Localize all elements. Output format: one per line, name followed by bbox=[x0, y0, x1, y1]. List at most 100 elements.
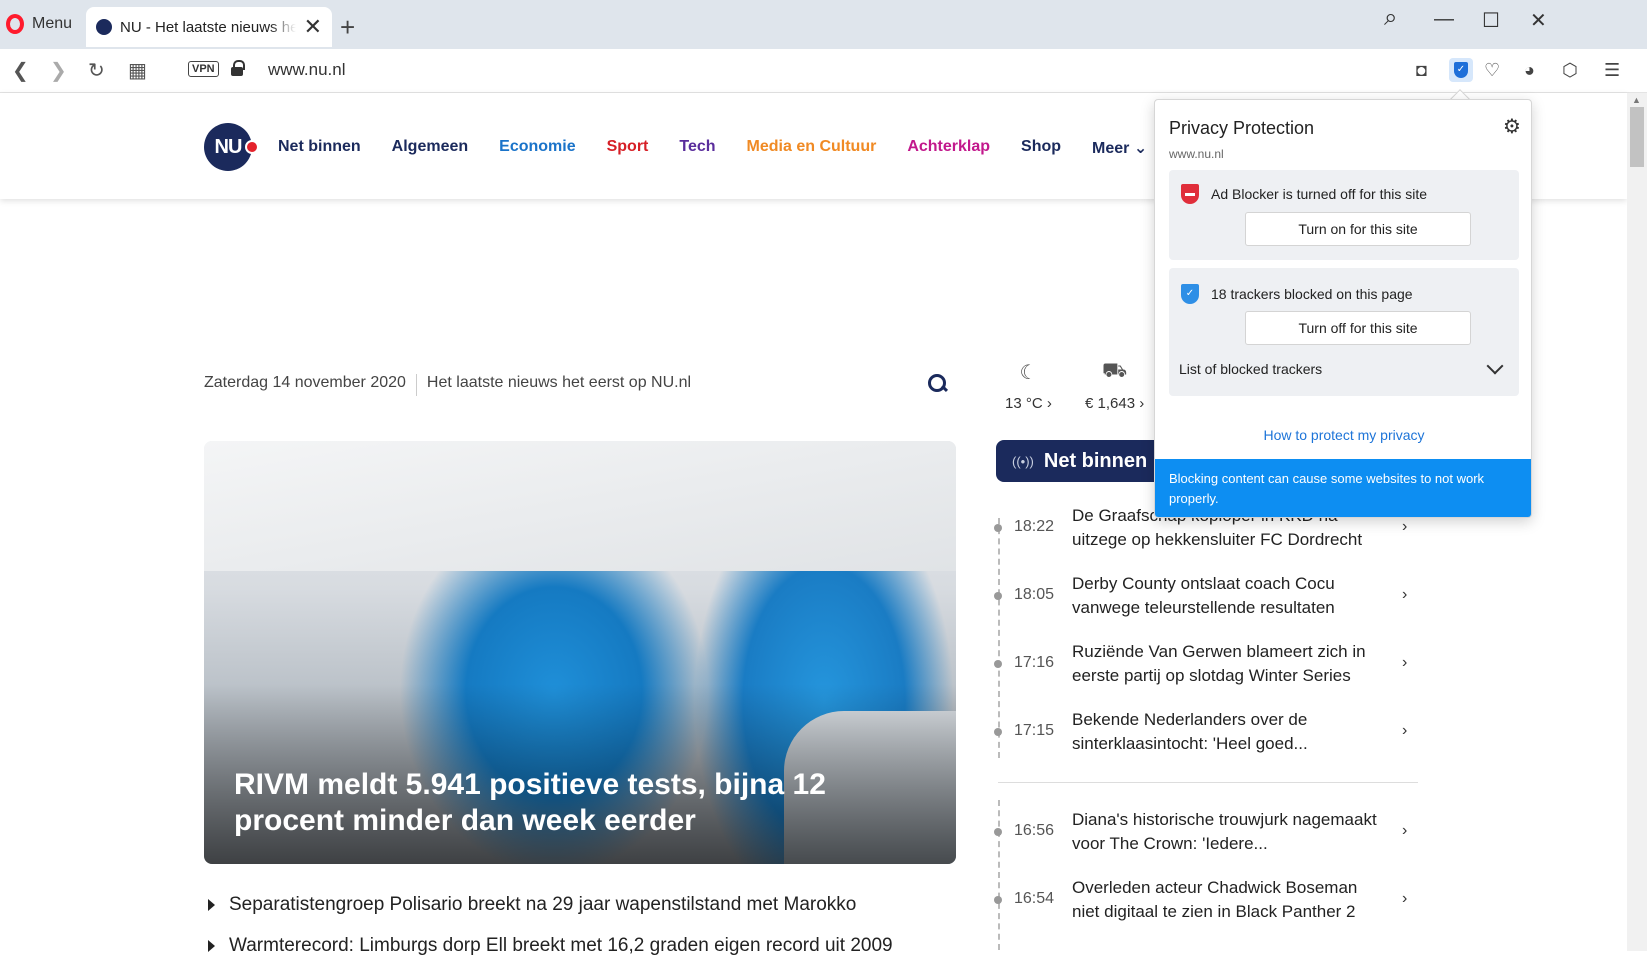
item-time: 17:16 bbox=[1014, 654, 1055, 671]
scroll-up-icon[interactable]: ▲ bbox=[1632, 95, 1641, 105]
item-title[interactable]: Overleden acteur Chadwick Boseman niet d… bbox=[1072, 876, 1382, 924]
address-bar: ❮ ❯ ↻ ▦ VPN www.nu.nl ◘ ✓ ♡ ◕ ⬡ ☰ bbox=[0, 49, 1647, 93]
chevron-right-icon[interactable]: › bbox=[1402, 518, 1407, 536]
headline-item[interactable]: Warmterecord: Limburgs dorp Ell breekt m… bbox=[208, 925, 893, 966]
menu-label: Menu bbox=[32, 15, 73, 32]
tab-title: NU - Het laatste nieuws het eerst op NU.… bbox=[120, 18, 296, 36]
nav-link-shop[interactable]: Shop bbox=[1021, 138, 1061, 158]
search-tabs-icon[interactable]: ⌕ bbox=[1384, 4, 1397, 32]
chevron-right-icon[interactable]: › bbox=[1402, 890, 1407, 908]
headline-item[interactable]: Separatistengroep Polisario breekt na 29… bbox=[208, 884, 893, 925]
item-time: 18:22 bbox=[1014, 518, 1055, 535]
item-title[interactable]: Bekende Nederlanders over de sinterklaas… bbox=[1072, 708, 1382, 756]
chevron-right-icon[interactable]: › bbox=[1402, 722, 1407, 740]
nav-link-economie[interactable]: Economie bbox=[499, 138, 575, 158]
traffic-icon: ⛟ bbox=[1102, 360, 1128, 382]
item-time: 17:15 bbox=[1014, 722, 1055, 739]
easy-setup-icon[interactable]: ☰ bbox=[1604, 60, 1620, 81]
popup-title: Privacy Protection bbox=[1169, 118, 1315, 138]
trackers-status-row: ✓ 18 trackers blocked on this page bbox=[1181, 284, 1413, 304]
net-binnen-title: Net binnen bbox=[1043, 449, 1148, 472]
timeline-dot bbox=[994, 660, 1002, 668]
ad-blocker-shield-icon bbox=[1181, 184, 1199, 204]
trackers-card: ✓ 18 trackers blocked on this page Turn … bbox=[1169, 268, 1519, 396]
headline-text[interactable]: Separatistengroep Polisario breekt na 29… bbox=[229, 894, 856, 916]
nav-link-net-binnen[interactable]: Net binnen bbox=[278, 138, 361, 158]
scroll-thumb[interactable] bbox=[1630, 107, 1644, 167]
traffic-widget[interactable]: ⛟ € 1,643 › bbox=[1085, 360, 1144, 412]
chevron-right-icon[interactable]: › bbox=[1402, 654, 1407, 672]
nav-links: Net binnen Algemeen Economie Sport Tech Media… bbox=[278, 138, 1147, 158]
page-scrollbar[interactable]: ▲ bbox=[1627, 93, 1647, 951]
settings-gear-icon[interactable]: ⚙ bbox=[1503, 114, 1521, 139]
shield-check-icon: ✓ bbox=[1454, 62, 1468, 78]
tab-bar: Menu NU - Het laatste nieuws het eerst o… bbox=[0, 0, 1647, 49]
timeline-divider bbox=[998, 782, 1418, 783]
hero-article[interactable]: RIVM meldt 5.941 positieve tests, bijna … bbox=[204, 441, 956, 864]
timeline-line bbox=[998, 518, 1000, 758]
tab-close-icon[interactable]: ✕ bbox=[304, 16, 322, 38]
vpn-badge[interactable]: VPN bbox=[188, 61, 219, 77]
nu-logo-badge bbox=[245, 140, 259, 154]
item-time: 16:54 bbox=[1014, 890, 1055, 907]
reload-icon[interactable]: ↻ bbox=[88, 58, 105, 83]
chevron-down-icon[interactable] bbox=[1486, 357, 1504, 375]
nav-link-meer[interactable]: Meer ⌄ bbox=[1092, 138, 1147, 158]
hero-title[interactable]: RIVM meldt 5.941 positieve tests, bijna … bbox=[234, 767, 934, 839]
timeline-line bbox=[998, 800, 1000, 950]
item-time: 18:05 bbox=[1014, 586, 1055, 603]
back-icon[interactable]: ❮ bbox=[12, 58, 29, 83]
headline-list: Separatistengroep Polisario breekt na 29… bbox=[208, 884, 893, 966]
turn-off-tracker-blocker-button[interactable]: Turn off for this site bbox=[1245, 311, 1471, 345]
hero-image-tent bbox=[204, 441, 956, 571]
turn-on-ad-blocker-button[interactable]: Turn on for this site bbox=[1245, 212, 1471, 246]
item-title[interactable]: Derby County ontslaat coach Cocu vanwege… bbox=[1072, 572, 1382, 620]
nav-link-algemeen[interactable]: Algemeen bbox=[392, 138, 468, 158]
item-title[interactable]: Diana's historische trouwjurk nagemaakt … bbox=[1072, 808, 1382, 856]
privacy-protection-popup: Privacy Protection www.nu.nl ⚙ Ad Blocke… bbox=[1154, 99, 1532, 518]
nav-link-sport[interactable]: Sport bbox=[607, 138, 649, 158]
nu-favicon-icon bbox=[96, 19, 112, 35]
headline-text[interactable]: Warmterecord: Limburgs dorp Ell breekt m… bbox=[229, 935, 893, 957]
privacy-help-link[interactable]: How to protect my privacy bbox=[1155, 427, 1531, 443]
camera-icon[interactable]: ◘ bbox=[1416, 60, 1427, 81]
flow-icon[interactable]: ◕ bbox=[1524, 60, 1535, 81]
heart-icon[interactable]: ♡ bbox=[1484, 60, 1500, 81]
moon-icon: ☾ bbox=[1019, 362, 1038, 384]
nav-link-tech[interactable]: Tech bbox=[679, 138, 715, 158]
lock-icon[interactable] bbox=[231, 60, 245, 76]
privacy-shield-button[interactable]: ✓ bbox=[1449, 58, 1473, 82]
chevron-right-icon[interactable]: › bbox=[1402, 586, 1407, 604]
nav-link-media-en-cultuur[interactable]: Media en Cultuur bbox=[747, 138, 877, 158]
timeline-dot bbox=[994, 728, 1002, 736]
close-window-button[interactable]: ✕ bbox=[1530, 8, 1547, 33]
maximize-button[interactable]: ☐ bbox=[1482, 8, 1500, 33]
timeline-dot bbox=[994, 524, 1002, 532]
tagline: Het laatste nieuws het eerst op NU.nl bbox=[426, 374, 692, 391]
new-tab-button[interactable]: + bbox=[340, 12, 355, 43]
speed-dial-icon[interactable]: ▦ bbox=[128, 58, 147, 83]
site-search-icon[interactable] bbox=[928, 374, 946, 392]
separator bbox=[415, 374, 417, 396]
blocked-trackers-list-toggle[interactable]: List of blocked trackers bbox=[1179, 361, 1322, 377]
chevron-right-icon[interactable]: › bbox=[1402, 822, 1407, 840]
trackers-status: 18 trackers blocked on this page bbox=[1211, 286, 1413, 302]
cube-icon[interactable]: ⬡ bbox=[1562, 60, 1578, 81]
timeline-dot bbox=[994, 828, 1002, 836]
live-broadcast-icon: ((•)) bbox=[1012, 453, 1034, 469]
ad-blocker-card: Ad Blocker is turned off for this site T… bbox=[1169, 170, 1519, 260]
weather-widget[interactable]: ☾ 13 °C › bbox=[1005, 360, 1052, 412]
bullet-triangle-icon bbox=[208, 898, 215, 911]
url-field[interactable]: www.nu.nl bbox=[268, 60, 345, 80]
nav-link-achterklap[interactable]: Achterklap bbox=[907, 138, 990, 158]
popup-site: www.nu.nl bbox=[1169, 147, 1224, 161]
ad-blocker-status-row: Ad Blocker is turned off for this site bbox=[1181, 184, 1427, 204]
opera-menu-button[interactable]: Menu bbox=[6, 14, 72, 34]
minimize-button[interactable]: — bbox=[1434, 8, 1454, 31]
forward-icon[interactable]: ❯ bbox=[50, 58, 67, 83]
tab-nu-nl[interactable]: NU - Het laatste nieuws het eerst op NU.… bbox=[86, 7, 332, 47]
item-time: 16:56 bbox=[1014, 822, 1055, 839]
timeline-dot bbox=[994, 896, 1002, 904]
dateline: Zaterdag 14 november 2020 Het laatste ni… bbox=[204, 374, 691, 396]
item-title[interactable]: Ruziënde Van Gerwen blameert zich in eer… bbox=[1072, 640, 1382, 688]
